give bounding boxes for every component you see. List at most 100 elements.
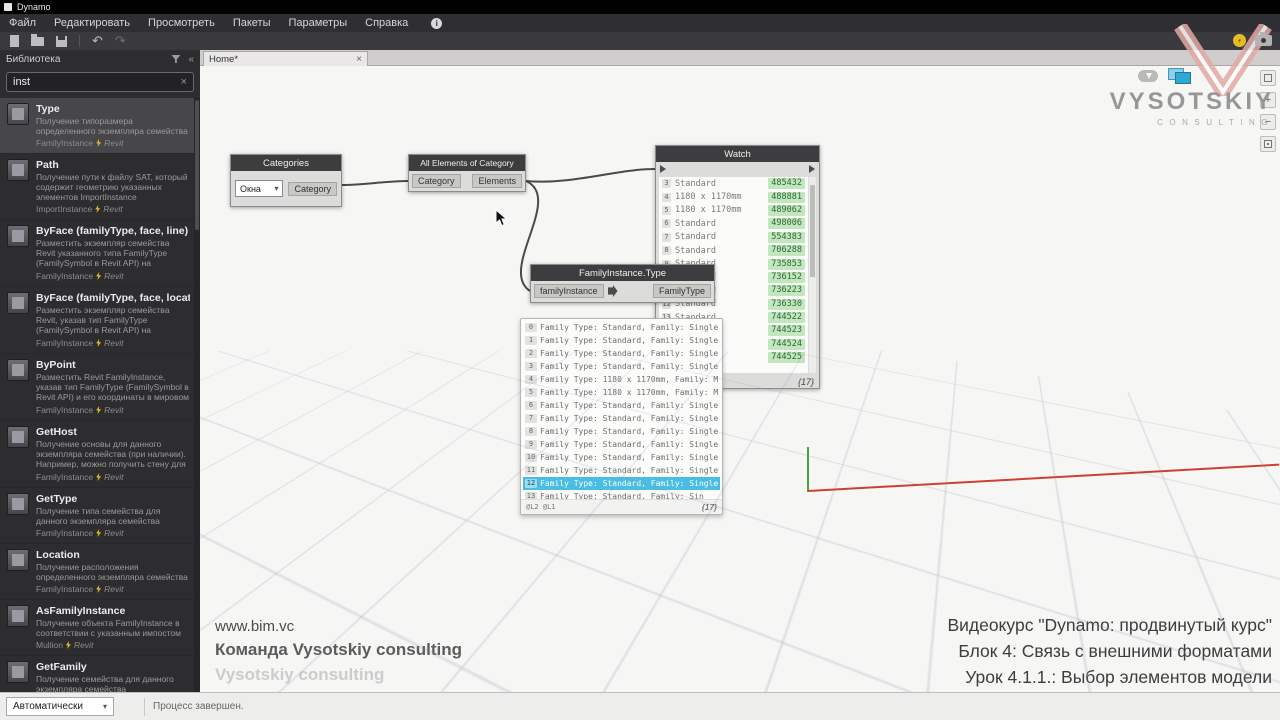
preview-row[interactable]: 11 Family Type: Standard, Family: Single	[523, 464, 720, 477]
library-item[interactable]: Location Получение расположения определен…	[0, 544, 194, 600]
title-bar: Dynamo	[0, 0, 1280, 14]
library-item[interactable]: GetHost Получение основы для данного экзе…	[0, 421, 194, 488]
fitype-output-port[interactable]: FamilyType	[652, 284, 711, 298]
node-icon-glyph	[12, 610, 24, 622]
watch-row: 6 Standard 498006	[659, 217, 808, 230]
preview-row[interactable]: 7 Family Type: Standard, Family: Single W	[523, 412, 720, 425]
caption-right: Видеокурс "Dynamo: продвинутый курс" Бло…	[947, 612, 1272, 690]
library-item-title: AsFamilyInstance	[36, 605, 126, 617]
menu-item[interactable]: Файл	[0, 14, 45, 32]
search-box[interactable]: ×	[6, 72, 194, 92]
list-levels-label[interactable]: @L2 @L1	[526, 503, 556, 511]
preview-row[interactable]: 6 Family Type: Standard, Family: Single W	[523, 399, 720, 412]
watch-output-port-icon[interactable]	[809, 165, 815, 173]
watch-count: {17}	[797, 377, 814, 387]
fitype-input-port[interactable]: familyInstance	[534, 284, 604, 298]
library-item-title: Type	[36, 103, 60, 115]
run-mode-dropdown[interactable]: Автоматически ▾	[6, 697, 114, 716]
screenshot-camera-icon[interactable]	[1255, 32, 1272, 46]
library-item[interactable]: AsFamilyInstance Получение объекта Family…	[0, 600, 194, 656]
toolbar-right	[1233, 32, 1272, 47]
preview-row[interactable]: 9 Family Type: Standard, Family: Single W	[523, 438, 720, 451]
redo-icon[interactable]: ↷	[115, 34, 126, 47]
menu-item[interactable]: Просмотреть	[139, 14, 224, 32]
watch-ports	[656, 162, 819, 176]
wire-categories-allelements[interactable]	[341, 180, 409, 186]
search-input[interactable]	[13, 76, 181, 88]
library-item[interactable]: ByPoint Разместить Revit FamilyInstance, …	[0, 354, 194, 421]
node-icon	[7, 493, 29, 515]
preview-row[interactable]: 13 Family Type: Standard, Family: Sin	[523, 490, 720, 499]
preview-row[interactable]: 5 Family Type: 1180 x 1170mm, Family: M_S	[523, 386, 720, 399]
preview-row-index: 3	[525, 362, 537, 371]
watch-row-name: 1180 x 1170mm	[675, 192, 742, 203]
categories-dropdown[interactable]: Окна ▾	[235, 180, 284, 197]
preview-row[interactable]: 4 Family Type: 1180 x 1170mm, Family: M_S	[523, 373, 720, 386]
tab-close-icon[interactable]: ×	[356, 54, 362, 65]
preview-row[interactable]: 2 Family Type: Standard, Family: Single W	[523, 347, 720, 360]
watch-scrollbar[interactable]	[809, 177, 816, 373]
library-item[interactable]: GetFamily Получение семейства для данного…	[0, 656, 194, 692]
library-item[interactable]: Path Получение пути к файлу SAT, который …	[0, 154, 194, 220]
workspace-canvas[interactable]: Categories Окна ▾ Category All Elements …	[200, 66, 1280, 692]
watch-row-name: 1180 x 1170mm	[675, 205, 742, 216]
preview-row[interactable]: 12 Family Type: Standard, Family: Single	[523, 477, 720, 490]
preview-list[interactable]: 0 Family Type: Standard, Family: Single W…	[523, 321, 720, 499]
clear-search-icon[interactable]: ×	[181, 76, 187, 88]
watch-input-port-icon[interactable]	[660, 165, 666, 173]
tab-home[interactable]: Home* ×	[203, 51, 368, 66]
preview-row[interactable]: 0 Family Type: Standard, Family: Single W	[523, 321, 720, 334]
menu-item[interactable]: Справка	[356, 14, 417, 32]
caption-left: www.bim.vc Команда Vysotskiy consulting …	[215, 618, 462, 685]
fitype-preview-bubble[interactable]: 0 Family Type: Standard, Family: Single W…	[520, 318, 723, 515]
toolbar-divider	[79, 35, 80, 47]
preview-row[interactable]: 8 Family Type: Standard, Family: Single W	[523, 425, 720, 438]
node-categories[interactable]: Categories Окна ▾ Category	[230, 154, 342, 207]
watch-row-value: 736152	[768, 271, 805, 283]
info-icon[interactable]: i	[431, 17, 443, 29]
scrollbar-thumb[interactable]	[195, 100, 199, 230]
wire-allelements-watch[interactable]	[525, 168, 656, 183]
filter-icon[interactable]	[171, 55, 181, 63]
open-file-icon[interactable]	[31, 33, 44, 46]
library-item[interactable]: Type Получение типоразмера определенного …	[0, 98, 194, 154]
menu-item[interactable]: Редактировать	[45, 14, 139, 32]
allelements-output-port[interactable]: Elements	[472, 174, 522, 188]
node-icon-glyph	[12, 498, 24, 510]
preview-row[interactable]: 10 Family Type: Standard, Family: Single	[523, 451, 720, 464]
notification-icon[interactable]	[1233, 34, 1246, 47]
preview-row-index: 12	[525, 479, 537, 488]
node-familyinstance-type[interactable]: FamilyInstance.Type familyInstance Famil…	[530, 264, 715, 303]
library-item[interactable]: GetType Получение типа семейства для данн…	[0, 488, 194, 544]
library-scrollbar[interactable]	[194, 98, 200, 692]
save-file-icon[interactable]	[56, 35, 67, 47]
preview-row[interactable]: 1 Family Type: Standard, Family: Single W	[523, 334, 720, 347]
undo-icon[interactable]: ↶	[92, 34, 103, 47]
menu-item[interactable]: Параметры	[279, 14, 356, 32]
caption-team: Команда Vysotskiy consulting	[215, 640, 462, 659]
preview-row[interactable]: 3 Family Type: Standard, Family: Single W	[523, 360, 720, 373]
library-item-title: ByFace (familyType, face, line)	[36, 225, 189, 237]
library-item[interactable]: ByFace (familyType, face, location, refe…	[0, 287, 194, 354]
library-header: Библиотека «	[0, 50, 200, 68]
allelements-input-port[interactable]: Category	[412, 174, 461, 188]
node-categories-header[interactable]: Categories	[231, 155, 341, 171]
node-allelements-header[interactable]: All Elements of Category	[409, 155, 525, 171]
preview-row-index: 11	[525, 466, 537, 475]
revit-bolt-icon	[95, 205, 101, 213]
categories-output-port[interactable]: Category	[288, 181, 337, 196]
library-item-description: Получение пути к файлу SAT, который соде…	[36, 172, 188, 202]
node-fitype-header[interactable]: FamilyInstance.Type	[531, 265, 714, 281]
run-mode-caret-icon: ▾	[102, 702, 107, 711]
watch-row-value: 485432	[768, 178, 805, 190]
revit-bolt-icon	[96, 473, 102, 481]
watch-scrollbar-thumb[interactable]	[810, 185, 815, 277]
menu-item[interactable]: Пакеты	[224, 14, 280, 32]
node-watch-header[interactable]: Watch	[656, 146, 819, 162]
new-file-icon[interactable]	[10, 35, 19, 47]
node-all-elements-of-category[interactable]: All Elements of Category Category Elemen…	[408, 154, 526, 192]
revit-bolt-icon	[96, 529, 102, 537]
preview-row-index: 4	[525, 375, 537, 384]
collapse-icon[interactable]: «	[188, 54, 194, 65]
library-item[interactable]: ByFace (familyType, face, line) Разместит…	[0, 220, 194, 287]
